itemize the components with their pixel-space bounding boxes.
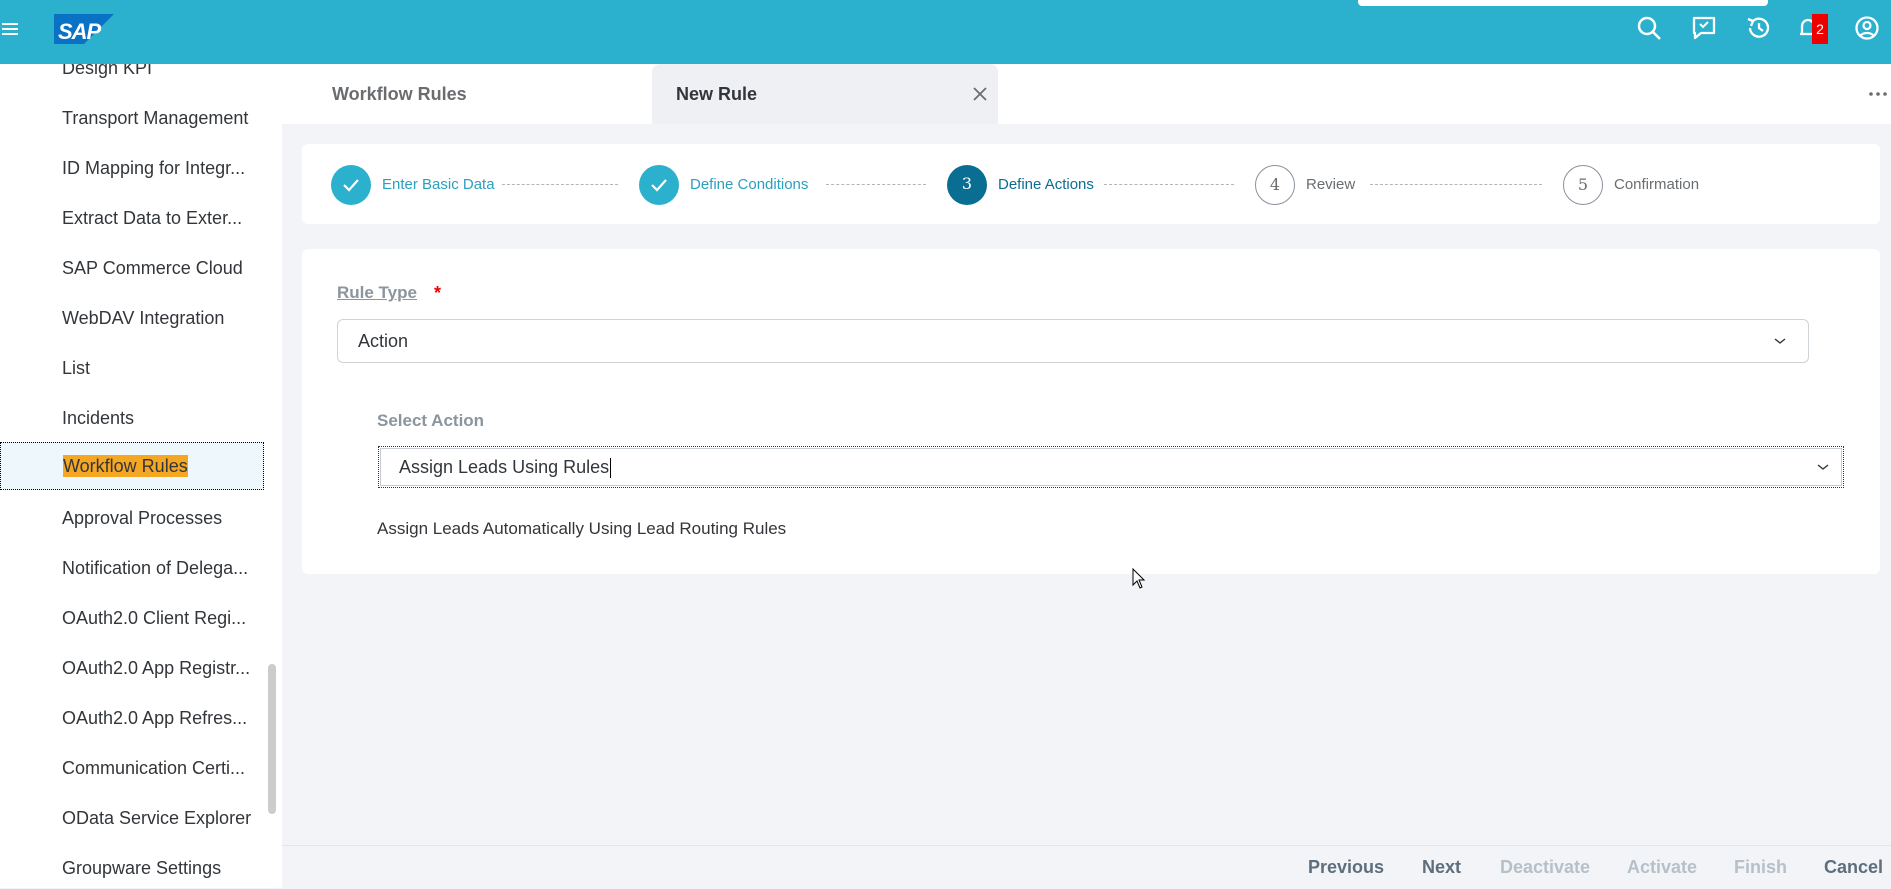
sidebar-item-oauth-client-registration[interactable]: OAuth2.0 Client Regi... bbox=[0, 594, 264, 642]
previous-button[interactable]: Previous bbox=[1308, 846, 1384, 888]
step-label: Define Actions bbox=[998, 176, 1094, 193]
sidebar-item-id-mapping[interactable]: ID Mapping for Integr... bbox=[0, 144, 264, 192]
sidebar-item-sap-commerce-cloud[interactable]: SAP Commerce Cloud bbox=[0, 244, 264, 292]
sidebar-item-label: OAuth2.0 Client Regi... bbox=[62, 608, 247, 628]
text-caret bbox=[610, 458, 612, 479]
sidebar-item-label: OAuth2.0 App Refres... bbox=[62, 708, 248, 728]
tab-label: Workflow Rules bbox=[332, 84, 467, 104]
step-connector bbox=[826, 184, 926, 185]
step-connector bbox=[1104, 184, 1234, 185]
sidebar-item-list[interactable]: List bbox=[0, 344, 264, 392]
next-button[interactable]: Next bbox=[1422, 846, 1461, 888]
sidebar-item-workflow-rules[interactable]: Workflow Rules bbox=[0, 442, 264, 490]
select-action-text: Assign Leads Using Rules bbox=[399, 457, 610, 477]
sidebar-item-communication-certificates[interactable]: Communication Certi... bbox=[0, 744, 264, 792]
sidebar-item-label: Transport Management bbox=[62, 108, 249, 128]
chevron-down-icon bbox=[1817, 464, 1829, 470]
step-connector bbox=[502, 184, 618, 185]
step-number: 3 bbox=[947, 165, 987, 205]
sidebar-item-label: Workflow Rules bbox=[63, 455, 188, 477]
close-icon[interactable] bbox=[972, 86, 988, 102]
finish-button[interactable]: Finish bbox=[1734, 846, 1787, 888]
brand-text: SAP bbox=[58, 19, 101, 44]
select-action-combobox[interactable]: Assign Leads Using Rules bbox=[378, 446, 1844, 488]
sidebar-item-label: Communication Certi... bbox=[62, 758, 246, 778]
sidebar-item-label: Approval Processes bbox=[62, 508, 223, 528]
step-complete-icon bbox=[639, 165, 679, 205]
step-complete-icon bbox=[331, 165, 371, 205]
sidebar-scrollbar[interactable] bbox=[268, 664, 276, 814]
sidebar-item-oauth-app-registration[interactable]: OAuth2.0 App Registr... bbox=[0, 644, 264, 692]
step-number: 5 bbox=[1563, 165, 1603, 205]
rule-type-select[interactable]: Action bbox=[337, 319, 1809, 363]
sidebar-item-label: Incidents bbox=[62, 408, 135, 428]
sidebar-item-label: Notification of Delega... bbox=[62, 558, 249, 578]
chevron-down-icon bbox=[1774, 338, 1786, 344]
step-number: 4 bbox=[1255, 165, 1295, 205]
define-actions-form: Rule Type * Action Select Action Assign … bbox=[302, 249, 1880, 574]
step-connector bbox=[1370, 184, 1542, 185]
sidebar-nav: Design KPI Transport Management ID Mappi… bbox=[0, 64, 282, 888]
sidebar-item-label: ID Mapping for Integr... bbox=[62, 158, 246, 178]
sidebar-item-transport-management[interactable]: Transport Management bbox=[0, 94, 264, 142]
sidebar-item-label: OData Service Explorer bbox=[62, 808, 252, 828]
more-options-icon[interactable] bbox=[1868, 84, 1888, 104]
deactivate-button[interactable]: Deactivate bbox=[1500, 846, 1590, 888]
mouse-cursor-icon bbox=[1132, 567, 1146, 590]
sap-logo[interactable]: SAP bbox=[54, 14, 114, 44]
tab-workflow-rules[interactable]: Workflow Rules bbox=[282, 64, 652, 124]
rule-type-label: Rule Type bbox=[337, 283, 417, 302]
sidebar-item-label: Design KPI bbox=[62, 64, 153, 78]
search-icon[interactable] bbox=[1635, 14, 1663, 42]
sidebar-item-oauth-app-refresh[interactable]: OAuth2.0 App Refres... bbox=[0, 694, 264, 742]
wizard-progress: Enter Basic Data Define Conditions 3 Def… bbox=[302, 144, 1880, 224]
rule-type-value: Action bbox=[358, 331, 409, 351]
step-label: Review bbox=[1306, 176, 1356, 193]
search-popup bbox=[1358, 0, 1768, 6]
step-label: Define Conditions bbox=[690, 176, 809, 193]
select-action-value: Assign Leads Using Rules bbox=[399, 447, 612, 487]
activate-button[interactable]: Activate bbox=[1627, 846, 1697, 888]
sidebar-item-odata-service-explorer[interactable]: OData Service Explorer bbox=[0, 794, 264, 842]
required-marker: * bbox=[434, 283, 442, 303]
shell-bar: SAP 2 bbox=[0, 0, 1891, 64]
sidebar-item-groupware-settings[interactable]: Groupware Settings bbox=[0, 844, 264, 888]
chat-icon[interactable] bbox=[1690, 14, 1718, 42]
cancel-button[interactable]: Cancel bbox=[1824, 846, 1883, 888]
menu-icon[interactable] bbox=[2, 20, 18, 38]
tab-new-rule[interactable]: New Rule bbox=[652, 64, 998, 124]
sidebar-item-label: List bbox=[62, 358, 91, 378]
step-label: Enter Basic Data bbox=[382, 176, 495, 193]
select-action-label: Select Action bbox=[377, 411, 485, 430]
sidebar-item-approval-processes[interactable]: Approval Processes bbox=[0, 494, 264, 542]
action-description: Assign Leads Automatically Using Lead Ro… bbox=[377, 519, 787, 538]
sidebar-item-label: Extract Data to Exter... bbox=[62, 208, 243, 228]
step-label: Confirmation bbox=[1614, 176, 1700, 193]
sidebar-item-notification-of-delegation[interactable]: Notification of Delega... bbox=[0, 544, 264, 592]
notification-badge[interactable]: 2 bbox=[1812, 14, 1828, 44]
tab-bar: Workflow Rules New Rule bbox=[282, 64, 1891, 124]
sidebar-item-extract-data[interactable]: Extract Data to Exter... bbox=[0, 194, 264, 242]
sidebar-item-label: SAP Commerce Cloud bbox=[62, 258, 243, 278]
user-profile-icon[interactable] bbox=[1853, 14, 1881, 42]
sidebar-item-label: OAuth2.0 App Registr... bbox=[62, 658, 251, 678]
footer-toolbar: Previous Next Deactivate Activate Finish… bbox=[282, 845, 1891, 889]
history-icon[interactable] bbox=[1745, 14, 1773, 42]
sidebar-item-design-kpi[interactable]: Design KPI bbox=[0, 64, 264, 92]
sidebar-item-incidents[interactable]: Incidents bbox=[0, 394, 264, 442]
sidebar-item-webdav-integration[interactable]: WebDAV Integration bbox=[0, 294, 264, 342]
sidebar-item-label: WebDAV Integration bbox=[62, 308, 225, 328]
tab-label: New Rule bbox=[676, 84, 758, 104]
sidebar-item-label: Groupware Settings bbox=[62, 858, 222, 878]
